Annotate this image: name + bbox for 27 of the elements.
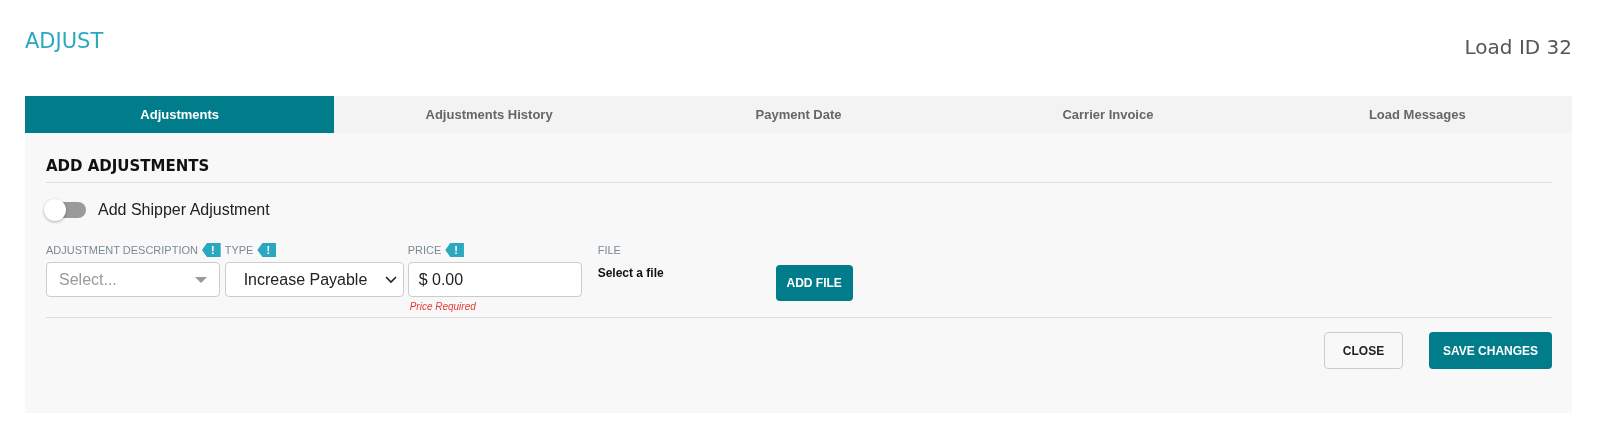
tab[interactable]: Carrier Invoice	[953, 96, 1263, 133]
dropdown-icon	[195, 276, 207, 283]
price-field[interactable]: $ 0.00	[407, 262, 582, 297]
field-label: ADJUSTMENT DESCRIPTION	[46, 244, 198, 256]
close-button[interactable]: CLOSE	[1324, 332, 1403, 369]
field-label: PRICE	[407, 244, 442, 256]
save-button[interactable]: SAVE CHANGES	[1429, 332, 1552, 369]
file-name: Select a file	[597, 266, 664, 280]
load-id: Load ID 32	[1464, 35, 1572, 61]
add-file-button[interactable]: ADD FILE	[775, 265, 853, 301]
toggle-label: Add Shipper Adjustment	[98, 201, 270, 219]
field-label: FILE	[597, 244, 621, 256]
type-select[interactable]: Increase Payable	[224, 262, 404, 297]
required-flag: !	[257, 243, 277, 257]
required-flag: !	[202, 243, 221, 257]
tab[interactable]: Payment Date	[643, 96, 954, 133]
tab[interactable]: Adjustments History	[334, 96, 644, 133]
error-message: Price Required	[409, 301, 477, 312]
tab[interactable]: Adjustments	[25, 96, 335, 133]
required-flag: !	[445, 243, 464, 257]
toggle-switch[interactable]	[46, 202, 86, 218]
tab[interactable]: Load Messages	[1262, 96, 1573, 133]
dropdown-field[interactable]: Select...	[46, 262, 220, 297]
field-label: TYPE	[224, 244, 254, 256]
page-title: ADJUST	[25, 29, 104, 55]
chevron-icon	[384, 275, 397, 284]
section-heading: ADD ADJUSTMENTS	[46, 156, 211, 177]
